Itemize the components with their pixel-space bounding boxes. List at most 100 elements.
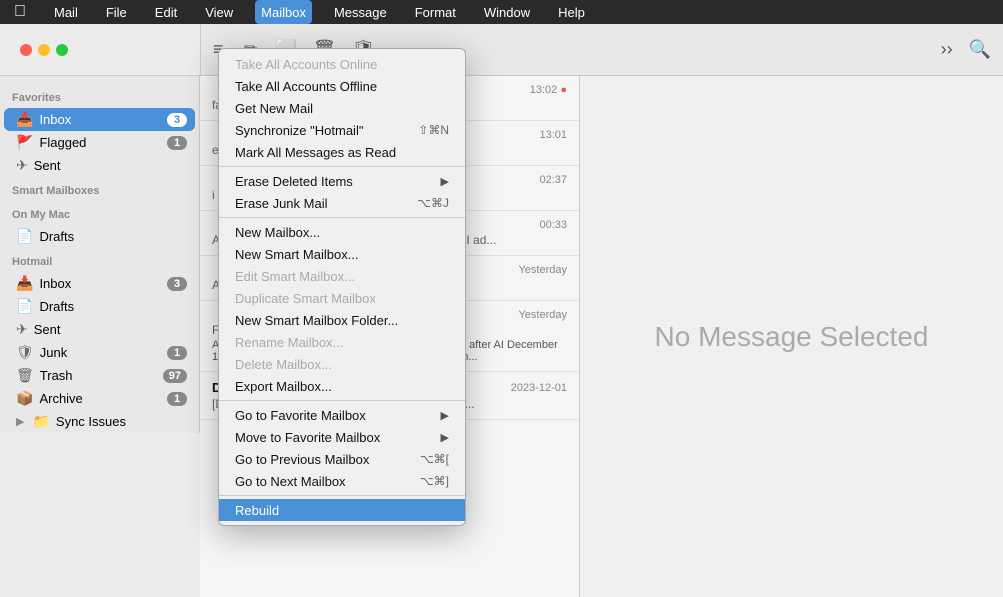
menu-item-label: Go to Favorite Mailbox	[235, 408, 366, 423]
sidebar-top	[0, 24, 200, 76]
apple-menu-item[interactable]: 	[8, 0, 32, 24]
menu-item-synchronize-hotmail[interactable]: Synchronize "Hotmail" ⇧⌘N	[219, 119, 465, 141]
menu-separator	[219, 217, 465, 218]
hotmail-archive-icon: 📦	[16, 390, 33, 407]
sidebar-item-hotmail-inbox[interactable]: 📥 Inbox 3	[4, 272, 195, 295]
file-menu-item[interactable]: File	[100, 0, 133, 24]
sidebar-item-hotmail-drafts[interactable]: 📄 Drafts	[4, 295, 195, 318]
search-toolbar-icon[interactable]: 🔍	[969, 39, 991, 60]
hotmail-label: Hotmail	[0, 248, 199, 272]
traffic-lights	[12, 44, 76, 56]
menu-item-label: Go to Previous Mailbox	[235, 452, 369, 467]
menu-item-rename-mailbox[interactable]: Rename Mailbox...	[219, 331, 465, 353]
sidebar-item-drafts-mac[interactable]: 📄 Drafts	[4, 225, 195, 248]
mailbox-menu-item[interactable]: Mailbox	[255, 0, 312, 24]
menu-item-move-to-favorite[interactable]: Move to Favorite Mailbox ▶	[219, 426, 465, 448]
favorites-label: Favorites	[0, 84, 199, 108]
detail-panel: No Message Selected	[580, 76, 1003, 597]
menu-item-shortcut: ⌥⌘]	[420, 474, 449, 488]
menu-item-export-mailbox[interactable]: Export Mailbox...	[219, 375, 465, 397]
on-my-mac-label: On My Mac	[0, 201, 199, 225]
menu-item-shortcut: ⇧⌘N	[418, 123, 449, 137]
menu-item-new-mailbox[interactable]: New Mailbox...	[219, 221, 465, 243]
menu-item-label: Move to Favorite Mailbox	[235, 430, 380, 445]
menu-item-label: Rename Mailbox...	[235, 335, 343, 350]
format-menu-item[interactable]: Format	[409, 0, 462, 24]
sidebar-item-flagged[interactable]: 🚩 Flagged 1	[4, 131, 195, 154]
menu-item-shortcut: ⌥⌘J	[417, 196, 449, 210]
no-message-selected-text: No Message Selected	[655, 321, 929, 353]
menu-item-get-new-mail[interactable]: Get New Mail	[219, 97, 465, 119]
sidebar-item-hotmail-trash[interactable]: 🗑 Trash 97	[4, 364, 195, 387]
menu-item-label: Go to Next Mailbox	[235, 474, 346, 489]
menu-item-take-all-online[interactable]: Take All Accounts Online	[219, 53, 465, 75]
sidebar-item-sent-favorites[interactable]: ✈ Sent	[4, 154, 195, 177]
menu-item-label: Delete Mailbox...	[235, 357, 332, 372]
menu-item-new-smart-mailbox[interactable]: New Smart Mailbox...	[219, 243, 465, 265]
menu-item-edit-smart-mailbox[interactable]: Edit Smart Mailbox...	[219, 265, 465, 287]
app-container: Favorites 📥 Inbox 3 🚩 Flagged 1 ✈ Sent S…	[0, 24, 1003, 597]
disclosure-icon: ▶	[16, 415, 24, 428]
menu-item-new-smart-mailbox-folder[interactable]: New Smart Mailbox Folder...	[219, 309, 465, 331]
mailbox-dropdown-menu: Take All Accounts Online Take All Accoun…	[218, 48, 466, 526]
menu-separator	[219, 495, 465, 496]
sidebar-item-hotmail-sent[interactable]: ✈ Sent	[4, 318, 195, 341]
menu-item-erase-junk[interactable]: Erase Junk Mail ⌥⌘J	[219, 192, 465, 214]
toolbar-right: ›› 🔍	[941, 39, 991, 60]
menu-separator	[219, 400, 465, 401]
hotmail-junk-icon: 🛡	[16, 344, 34, 361]
menu-item-go-to-favorite[interactable]: Go to Favorite Mailbox ▶	[219, 404, 465, 426]
menu-item-label: Synchronize "Hotmail"	[235, 123, 363, 138]
menu-item-go-to-previous[interactable]: Go to Previous Mailbox ⌥⌘[	[219, 448, 465, 470]
sidebar-item-hotmail-archive[interactable]: 📦 Archive 1	[4, 387, 195, 410]
sidebar-item-inbox-favorites[interactable]: 📥 Inbox 3	[4, 108, 195, 131]
menu-item-label: Get New Mail	[235, 101, 313, 116]
hotmail-sent-icon: ✈	[16, 321, 28, 338]
message-time: 00:33	[539, 219, 567, 231]
sent-icon: ✈	[16, 157, 28, 174]
menu-item-label: Export Mailbox...	[235, 379, 332, 394]
menu-item-label: Edit Smart Mailbox...	[235, 269, 355, 284]
hotmail-inbox-icon: 📥	[16, 275, 33, 292]
help-menu-item[interactable]: Help	[552, 0, 591, 24]
menu-item-duplicate-smart-mailbox[interactable]: Duplicate Smart Mailbox	[219, 287, 465, 309]
message-time: Yesterday	[518, 264, 567, 276]
menu-item-label: Duplicate Smart Mailbox	[235, 291, 376, 306]
menu-item-label: Take All Accounts Offline	[235, 79, 377, 94]
menu-item-label: Take All Accounts Online	[235, 57, 377, 72]
view-menu-item[interactable]: View	[199, 0, 239, 24]
message-time: 13:02 ●	[530, 84, 567, 96]
edit-menu-item[interactable]: Edit	[149, 0, 183, 24]
menu-separator	[219, 166, 465, 167]
message-menu-item[interactable]: Message	[328, 0, 393, 24]
menu-item-label: New Smart Mailbox Folder...	[235, 313, 398, 328]
sidebar-item-hotmail-junk[interactable]: 🛡 Junk 1	[4, 341, 195, 364]
menu-item-take-all-offline[interactable]: Take All Accounts Offline	[219, 75, 465, 97]
message-time: 02:37	[539, 174, 567, 186]
message-time: Yesterday	[518, 309, 567, 321]
menu-item-label: New Smart Mailbox...	[235, 247, 359, 262]
inbox-icon: 📥	[16, 111, 33, 128]
submenu-arrow-icon: ▶	[441, 175, 449, 188]
menu-item-delete-mailbox[interactable]: Delete Mailbox...	[219, 353, 465, 375]
menu-item-erase-deleted[interactable]: Erase Deleted Items ▶	[219, 170, 465, 192]
smart-mailboxes-label: Smart Mailboxes	[0, 177, 199, 201]
menu-item-go-to-next[interactable]: Go to Next Mailbox ⌥⌘]	[219, 470, 465, 492]
flagged-icon: 🚩	[16, 134, 33, 151]
minimize-button[interactable]	[38, 44, 50, 56]
menu-item-rebuild[interactable]: Rebuild	[219, 499, 465, 521]
mail-menu-item[interactable]: Mail	[48, 0, 84, 24]
menu-item-label: Erase Deleted Items	[235, 174, 353, 189]
message-time: 13:01	[539, 129, 567, 141]
window-menu-item[interactable]: Window	[478, 0, 536, 24]
menu-item-shortcut: ⌥⌘[	[420, 452, 449, 466]
maximize-button[interactable]	[56, 44, 68, 56]
hotmail-drafts-icon: 📄	[16, 298, 33, 315]
menubar:  Mail File Edit View Mailbox Message Fo…	[0, 0, 1003, 24]
menu-item-label: New Mailbox...	[235, 225, 320, 240]
sidebar-item-sync-issues[interactable]: ▶ 📁 Sync Issues	[4, 410, 195, 433]
menu-item-label: Erase Junk Mail	[235, 196, 327, 211]
close-button[interactable]	[20, 44, 32, 56]
more-icon[interactable]: ››	[941, 39, 953, 60]
menu-item-mark-all-read[interactable]: Mark All Messages as Read	[219, 141, 465, 163]
